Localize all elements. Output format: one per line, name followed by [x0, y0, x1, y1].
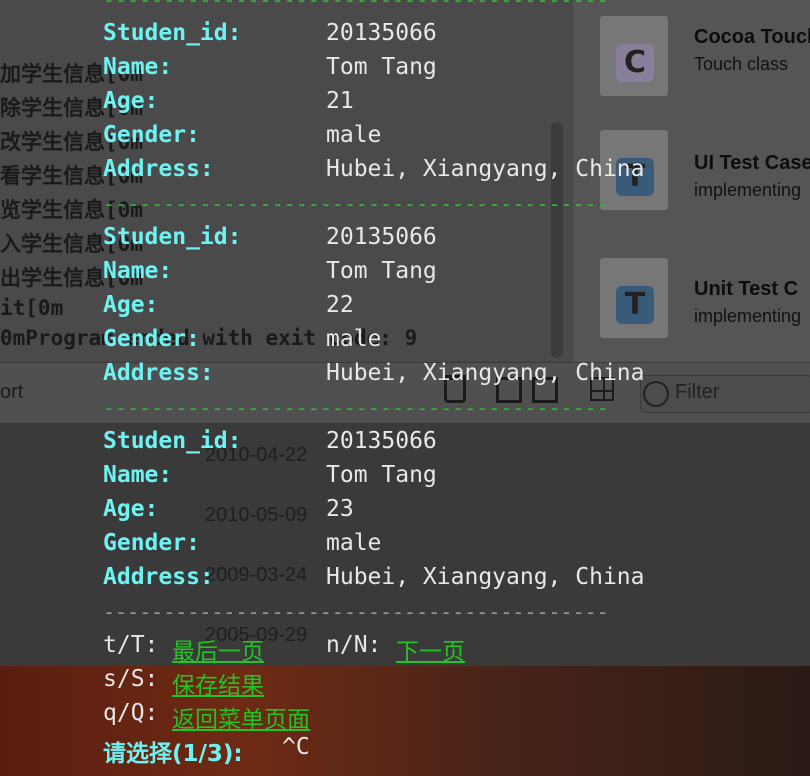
save-result-link[interactable]: 保存结果	[172, 666, 264, 700]
back-to-menu-link[interactable]: 返回菜单页面	[172, 700, 310, 734]
sort-label[interactable]: ort	[0, 381, 23, 404]
key-s: s/S:	[103, 666, 159, 692]
list-date: 2009-03-24	[205, 564, 308, 586]
value-gender: male	[326, 326, 382, 352]
template-unit-test[interactable]: T	[600, 258, 670, 338]
value-student-id: 20135066	[326, 224, 437, 250]
terminal-input[interactable]: ^C	[282, 734, 310, 760]
unit-test-icon: T	[616, 286, 654, 324]
key-n: n/N:	[326, 632, 382, 658]
value-gender: male	[326, 122, 382, 148]
template-subtitle: implementing	[694, 306, 802, 326]
filter-field[interactable]: Filter	[640, 375, 810, 413]
selection-prompt: 请选择(1/3):	[103, 741, 243, 767]
value-student-id: 20135066	[326, 428, 437, 454]
separator-line-plain: ----------------------------------------…	[103, 600, 609, 624]
label-gender: Gender:	[103, 122, 200, 148]
label-name: Name:	[103, 258, 173, 284]
next-page-link[interactable]: 下一页	[396, 632, 465, 666]
value-name: Tom Tang	[326, 462, 437, 488]
bg-terminal-line: it[0m	[0, 296, 64, 320]
label-address: Address:	[103, 156, 214, 182]
label-student-id: Studen_id:	[103, 224, 242, 250]
value-age: 22	[326, 292, 354, 318]
value-name: Tom Tang	[326, 258, 437, 284]
separator-line: ----------------------------------------…	[103, 0, 609, 12]
value-age: 23	[326, 496, 354, 522]
label-age: Age:	[103, 88, 159, 114]
template-cocoa-touch[interactable]: C	[600, 16, 670, 96]
filter-placeholder: Filter	[675, 381, 720, 403]
label-student-id: Studen_id:	[103, 20, 242, 46]
template-title: Unit Test C	[694, 278, 799, 300]
template-title: UI Test Case	[694, 152, 810, 174]
label-age: Age:	[103, 292, 159, 318]
label-student-id: Studen_id:	[103, 428, 242, 454]
key-t: t/T:	[103, 632, 159, 658]
value-address: Hubei, Xiangyang, China	[326, 360, 645, 386]
label-address: Address:	[103, 360, 214, 386]
template-subtitle: implementing	[694, 180, 802, 200]
label-name: Name:	[103, 54, 173, 80]
value-age: 21	[326, 88, 354, 114]
separator-line: ----------------------------------------…	[103, 192, 609, 216]
value-name: Tom Tang	[326, 54, 437, 80]
value-address: Hubei, Xiangyang, China	[326, 156, 645, 182]
value-gender: male	[326, 530, 382, 556]
template-title: Cocoa Touch	[694, 26, 810, 48]
label-address: Address:	[103, 564, 214, 590]
value-address: Hubei, Xiangyang, China	[326, 564, 645, 590]
template-subtitle: Touch class	[694, 54, 789, 74]
last-page-link[interactable]: 最后一页	[172, 632, 264, 666]
filter-icon	[643, 381, 669, 407]
cocoa-class-icon: C	[616, 44, 654, 82]
list-date: 2010-05-09	[205, 504, 308, 526]
label-gender: Gender:	[103, 326, 200, 352]
label-gender: Gender:	[103, 530, 200, 556]
label-age: Age:	[103, 496, 159, 522]
key-q: q/Q:	[103, 700, 159, 726]
label-name: Name:	[103, 462, 173, 488]
separator-line: ----------------------------------------…	[103, 396, 609, 420]
value-student-id: 20135066	[326, 20, 437, 46]
